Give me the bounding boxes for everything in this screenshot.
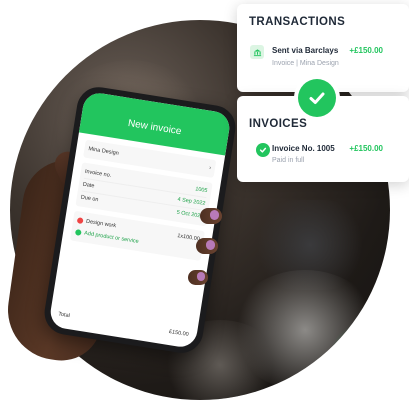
remove-icon[interactable] [76, 217, 84, 225]
background-blur [330, 320, 390, 400]
checkmark-icon [298, 79, 336, 117]
finger-nail [197, 272, 205, 281]
finger-nail [206, 240, 215, 250]
transaction-amount: +£150.00 [349, 46, 383, 55]
stage: New invoice Mina Design › Invoice no. 10… [0, 0, 409, 408]
add-icon [74, 229, 82, 236]
transactions-title: TRANSACTIONS [249, 16, 346, 28]
invoice-subtitle: Paid in full [272, 157, 305, 164]
transactions-card: TRANSACTIONS Sent via Barclays +£150.00 … [237, 4, 409, 92]
chevron-right-icon: › [208, 165, 212, 172]
transaction-title: Sent via Barclays [272, 46, 339, 55]
finger-nail [210, 210, 219, 220]
transaction-subtitle: Invoice | Mina Design [272, 60, 339, 67]
invoices-title: INVOICES [249, 118, 308, 130]
client-name: Mina Design [87, 146, 120, 157]
total-row: Total £150.00 [57, 311, 190, 338]
invoice-title: Invoice No. 1005 [272, 144, 335, 153]
invoice-amount: +£150.00 [349, 144, 383, 153]
bank-icon [250, 45, 264, 59]
check-circle-icon [256, 143, 270, 157]
